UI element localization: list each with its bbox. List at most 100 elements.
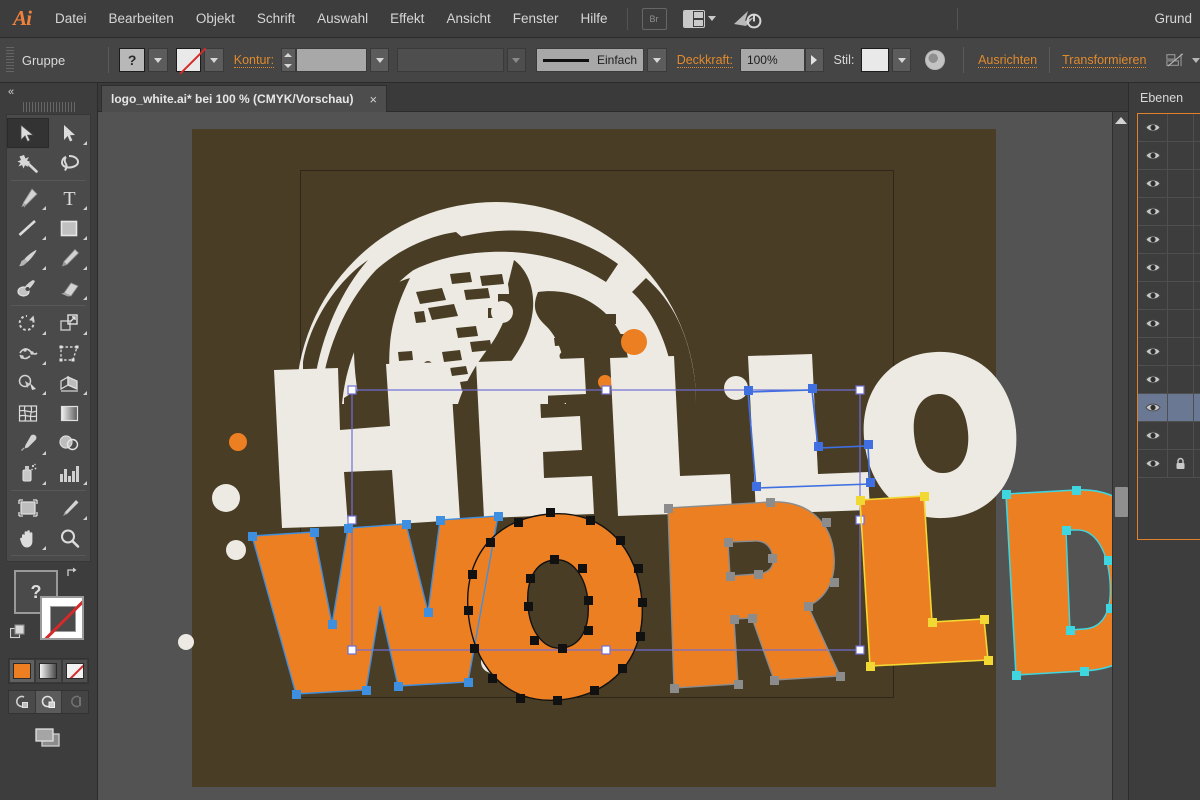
layer-row-selected[interactable] [1138,394,1200,422]
fill-swatch-dropdown[interactable] [148,48,168,72]
opacity-dropdown[interactable] [805,48,824,72]
hand-tool[interactable] [7,523,49,553]
lock-cell[interactable] [1168,282,1194,309]
transform-link[interactable]: Transformieren [1062,53,1146,68]
slice-tool[interactable] [49,493,91,523]
gradient-tool[interactable] [49,398,91,428]
lock-cell[interactable] [1168,394,1194,421]
pencil-tool[interactable] [49,243,91,273]
change-screen-mode-icon[interactable] [29,724,69,752]
stroke-label[interactable]: Kontur: [234,53,274,68]
pen-tool[interactable] [7,183,49,213]
control-bar-overflow-chevron[interactable] [1192,58,1200,63]
menu-fenster[interactable]: Fenster [502,0,570,38]
color-mode-gradient[interactable] [35,659,61,683]
type-tool[interactable]: T [49,183,91,213]
visibility-eye-icon[interactable] [1138,366,1168,393]
layers-list[interactable] [1137,113,1200,540]
lock-cell[interactable] [1168,142,1194,169]
graphic-style-dropdown[interactable] [892,48,912,72]
tools-panel-grip[interactable] [23,102,75,112]
arrange-documents-button[interactable] [683,10,716,28]
draw-normal-mode[interactable] [9,691,36,713]
visibility-eye-icon[interactable] [1138,198,1168,225]
layer-row[interactable] [1138,450,1200,478]
scroll-up-icon[interactable] [1113,112,1128,129]
lock-cell[interactable] [1168,226,1194,253]
workspace-switcher[interactable]: Grund [1154,11,1200,26]
line-segment-tool[interactable] [7,213,49,243]
menu-auswahl[interactable]: Auswahl [306,0,379,38]
lock-icon[interactable] [1168,450,1194,477]
layer-row[interactable] [1138,254,1200,282]
layer-row[interactable] [1138,282,1200,310]
free-transform-tool[interactable] [49,338,91,368]
layer-row[interactable] [1138,310,1200,338]
eyedropper-tool[interactable] [7,428,49,458]
paintbrush-tool[interactable] [7,243,49,273]
vertical-scroll-thumb[interactable] [1115,487,1128,517]
opacity-field[interactable]: 100% [740,48,805,72]
stroke-profile-field[interactable] [397,48,503,72]
fill-swatch[interactable]: ? [119,48,145,72]
menu-datei[interactable]: Datei [44,0,98,38]
column-graph-tool[interactable] [49,458,91,488]
menu-objekt[interactable]: Objekt [185,0,246,38]
layer-row[interactable] [1138,422,1200,450]
visibility-eye-icon[interactable] [1138,450,1168,477]
visibility-eye-icon[interactable] [1138,226,1168,253]
visibility-eye-icon[interactable] [1138,254,1168,281]
menu-hilfe[interactable]: Hilfe [570,0,619,38]
visibility-eye-icon[interactable] [1138,338,1168,365]
stroke-swatch[interactable] [176,48,202,72]
swap-fill-stroke-icon[interactable] [66,566,80,580]
visibility-eye-icon[interactable] [1138,394,1168,421]
layer-row[interactable] [1138,114,1200,142]
lock-cell[interactable] [1168,310,1194,337]
document-canvas[interactable] [98,112,1112,800]
lock-cell[interactable] [1168,338,1194,365]
align-link[interactable]: Ausrichten [978,53,1037,68]
control-bar-grip[interactable] [6,47,14,73]
perspective-grid-tool[interactable] [49,368,91,398]
direct-selection-tool[interactable] [49,118,91,148]
visibility-eye-icon[interactable] [1138,282,1168,309]
document-tab[interactable]: logo_white.ai* bei 100 % (CMYK/Vorschau)… [101,85,387,112]
layer-row[interactable] [1138,198,1200,226]
rotate-tool[interactable] [7,308,49,338]
brush-definition-field[interactable]: Einfach [536,48,644,72]
creative-cloud-button[interactable] [732,8,762,30]
opacity-label[interactable]: Deckkraft: [677,53,733,68]
visibility-eye-icon[interactable] [1138,310,1168,337]
lock-cell[interactable] [1168,254,1194,281]
brush-definition-dropdown[interactable] [647,48,667,72]
close-icon[interactable]: × [370,92,378,107]
draw-inside-mode[interactable] [62,691,88,713]
layer-row[interactable] [1138,170,1200,198]
scale-tool[interactable] [49,308,91,338]
appearance-icon[interactable] [925,50,945,70]
layer-row[interactable] [1138,142,1200,170]
lock-cell[interactable] [1168,366,1194,393]
lock-cell[interactable] [1168,198,1194,225]
lock-cell[interactable] [1168,422,1194,449]
visibility-eye-icon[interactable] [1138,422,1168,449]
graphic-style-swatch[interactable] [861,48,889,72]
menu-schrift[interactable]: Schrift [246,0,306,38]
align-options-icon[interactable] [1166,52,1184,68]
menu-effekt[interactable]: Effekt [379,0,435,38]
artboard-tool[interactable] [7,493,49,523]
layer-row[interactable] [1138,338,1200,366]
draw-behind-mode[interactable] [36,691,63,713]
mesh-tool[interactable] [7,398,49,428]
layer-row[interactable] [1138,366,1200,394]
lock-cell[interactable] [1168,170,1194,197]
collapse-panel-icon[interactable]: « [8,86,13,98]
lock-cell[interactable] [1168,114,1194,141]
canvas-vertical-scrollbar[interactable] [1112,112,1128,800]
color-mode-none[interactable] [62,659,88,683]
artwork-hello-world[interactable] [98,112,1112,800]
rectangle-tool[interactable] [49,213,91,243]
blend-tool[interactable] [49,428,91,458]
stroke-weight-field[interactable] [296,48,367,72]
